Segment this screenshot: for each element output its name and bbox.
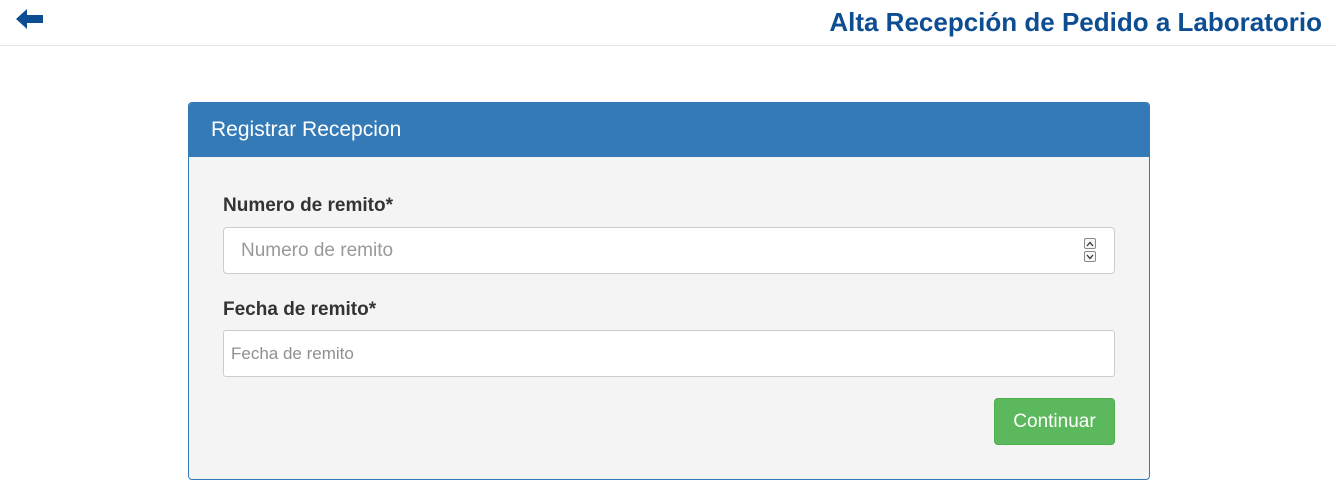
top-bar: Alta Recepción de Pedido a Laboratorio — [0, 0, 1336, 46]
fecha-remito-input[interactable] — [223, 330, 1115, 377]
panel-heading: Registrar Recepcion — [189, 103, 1149, 157]
fecha-remito-label: Fecha de remito* — [223, 299, 377, 320]
spinner-up-button[interactable] — [1084, 238, 1096, 249]
registrar-recepcion-panel: Registrar Recepcion Numero de remito* Fe… — [188, 102, 1150, 480]
numero-remito-input[interactable] — [223, 227, 1115, 274]
continuar-button[interactable]: Continuar — [994, 398, 1115, 445]
numero-remito-wrapper — [223, 227, 1115, 274]
chevron-up-icon — [1086, 241, 1094, 246]
numero-remito-label: Numero de remito* — [223, 195, 393, 216]
page-title: Alta Recepción de Pedido a Laboratorio — [829, 7, 1322, 37]
number-spinner — [1084, 238, 1096, 262]
chevron-down-icon — [1086, 254, 1094, 259]
arrow-left-icon — [16, 9, 43, 29]
spinner-down-button[interactable] — [1084, 251, 1096, 262]
back-button[interactable] — [14, 6, 46, 32]
